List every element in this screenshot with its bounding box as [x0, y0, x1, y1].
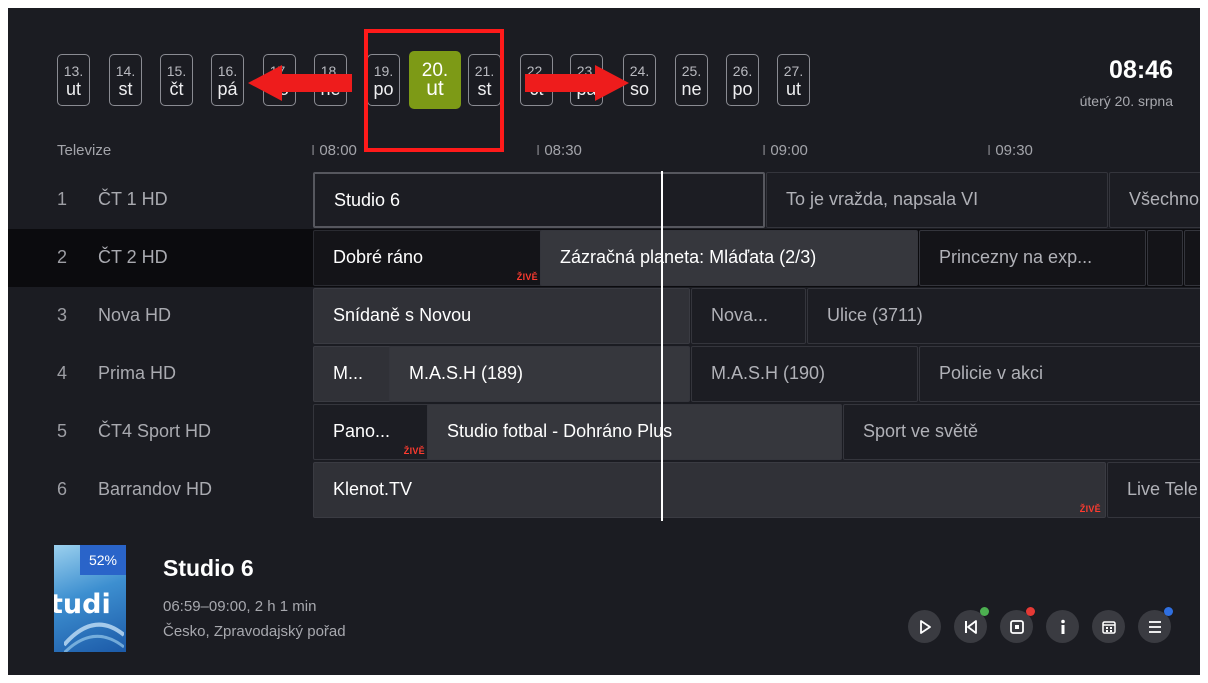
- menu-button[interactable]: [1138, 607, 1173, 643]
- time-tick: I 08:00: [311, 142, 357, 159]
- channel-name[interactable]: ČT 2 HD: [98, 247, 168, 268]
- info-icon: [1060, 619, 1065, 634]
- program-tile[interactable]: Princezny na exp...: [919, 230, 1146, 286]
- program-time: 06:59–09:00, 2 h 1 min: [163, 598, 317, 615]
- channel-name[interactable]: Barrandov HD: [98, 479, 212, 500]
- program-tile[interactable]: Všechno: [1109, 172, 1200, 228]
- left-arrow-icon: [248, 65, 352, 101]
- channel-row: 6 Barrandov HD Klenot.TV ŽIVĚ Live Tele: [8, 461, 1200, 519]
- date-13[interactable]: 13. ut: [57, 54, 90, 106]
- thumbnail-logo: tudi: [54, 589, 111, 620]
- calendar-button[interactable]: [1092, 610, 1125, 643]
- channel-row: 4 Prima HD M... M.A.S.H (189) M.A.S.H (1…: [8, 345, 1200, 403]
- channel-number: 2: [57, 247, 68, 267]
- program-title: Studio 6: [163, 555, 254, 581]
- clock-date: úterý 20. srpna: [1079, 93, 1173, 109]
- program-info: Česko, Zpravodajský pořad: [163, 623, 346, 640]
- green-dot: [980, 607, 989, 616]
- tv-guide-screen: 13.ut 14.st 15.čt 16.pá 17.so 18.ne 19.p…: [8, 8, 1200, 675]
- live-badge: ŽIVĚ: [1079, 504, 1101, 514]
- channel-name[interactable]: Nova HD: [98, 305, 171, 326]
- program-tile[interactable]: Dobré ráno ŽIVĚ: [313, 230, 543, 286]
- program-tile[interactable]: Nova...: [691, 288, 806, 344]
- blue-dot: [1164, 607, 1173, 616]
- red-dot: [1026, 607, 1035, 616]
- program-tile[interactable]: Klenot.TV ŽIVĚ: [313, 462, 1106, 518]
- channel-number: 5: [57, 421, 68, 441]
- program-tile[interactable]: Zázračná planeta: Mláďata (2/3): [540, 230, 918, 286]
- program-tile[interactable]: [1184, 230, 1200, 286]
- channel-row: 5 ČT4 Sport HD Pano... ŽIVĚ Studio fotba…: [8, 403, 1200, 461]
- program-tile-focused[interactable]: Studio 6: [313, 172, 765, 228]
- program-tile[interactable]: To je vražda, napsala VI: [766, 172, 1108, 228]
- program-tile[interactable]: M...: [313, 346, 393, 402]
- date-15[interactable]: 15. čt: [160, 54, 193, 106]
- calendar-icon: [1101, 620, 1116, 634]
- program-tile[interactable]: Ulice (3711): [807, 288, 1200, 344]
- program-tile[interactable]: M.A.S.H (189): [389, 346, 690, 402]
- program-thumbnail: tudi 52%: [54, 545, 126, 652]
- channel-number: 4: [57, 363, 68, 383]
- program-tile[interactable]: Sport ve světě: [843, 404, 1200, 460]
- channel-number: 3: [57, 305, 68, 325]
- date-strip: 13.ut 14.st 15.čt 16.pá 17.so 18.ne 19.p…: [8, 8, 1200, 152]
- program-tile[interactable]: Live Tele: [1107, 462, 1200, 518]
- play-button[interactable]: [908, 610, 941, 643]
- date-25[interactable]: 25. ne: [675, 54, 708, 106]
- date-16[interactable]: 16. pá: [211, 54, 244, 106]
- date-14[interactable]: 14. st: [109, 54, 142, 106]
- channel-row: 2 ČT 2 HD Dobré ráno ŽIVĚ Zázračná plane…: [8, 229, 1200, 287]
- restart-icon: [964, 619, 977, 634]
- time-tick: I 09:00: [762, 142, 808, 159]
- progress-badge: 52%: [80, 545, 126, 575]
- channel-name[interactable]: ČT 1 HD: [98, 189, 168, 210]
- current-time-indicator: [661, 171, 663, 521]
- program-tile[interactable]: Policie v akci: [919, 346, 1200, 402]
- live-badge: ŽIVĚ: [403, 446, 425, 456]
- channel-number: 1: [57, 189, 68, 209]
- program-tile[interactable]: Studio fotbal - Dohráno Plus: [427, 404, 842, 460]
- date-26[interactable]: 26. po: [726, 54, 759, 106]
- channel-row: 1 ČT 1 HD Studio 6 To je vražda, napsala…: [8, 171, 1200, 229]
- record-button[interactable]: [1000, 607, 1035, 643]
- time-tick: I 09:30: [987, 142, 1033, 159]
- program-tile[interactable]: M.A.S.H (190): [691, 346, 918, 402]
- channel-name[interactable]: ČT4 Sport HD: [98, 421, 211, 442]
- channel-row: 3 Nova HD Snídaně s Novou Nova... Ulice …: [8, 287, 1200, 345]
- program-tile[interactable]: Snídaně s Novou: [313, 288, 690, 344]
- info-button[interactable]: [1046, 610, 1079, 643]
- time-tick: I 08:30: [536, 142, 582, 159]
- record-icon: [1009, 619, 1024, 634]
- right-arrow-icon: [525, 65, 629, 101]
- clock-time: 08:46: [1109, 56, 1173, 84]
- selected-date-highlight: [364, 29, 504, 152]
- program-tile[interactable]: Pano... ŽIVĚ: [313, 404, 430, 460]
- program-tile[interactable]: [1147, 230, 1183, 286]
- channel-name[interactable]: Prima HD: [98, 363, 176, 384]
- restart-button[interactable]: [954, 607, 989, 643]
- channel-column-header: Televize: [57, 142, 112, 159]
- play-icon: [919, 619, 931, 634]
- menu-icon: [1148, 620, 1161, 633]
- live-badge: ŽIVĚ: [516, 272, 538, 282]
- channel-number: 6: [57, 479, 68, 499]
- program-detail-panel: tudi 52% Studio 6 06:59–09:00, 2 h 1 min…: [8, 521, 1200, 675]
- date-27[interactable]: 27. ut: [777, 54, 810, 106]
